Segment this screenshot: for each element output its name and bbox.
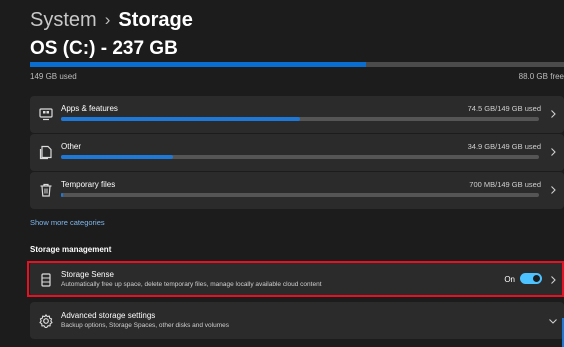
page-title: Storage bbox=[118, 8, 193, 31]
storage-sense-toggle[interactable] bbox=[520, 273, 542, 284]
category-usage-bar bbox=[61, 117, 539, 121]
breadcrumb-separator: › bbox=[104, 10, 111, 29]
storage-sense-description: Automatically free up space, delete temp… bbox=[61, 281, 322, 288]
breadcrumb: System › Storage bbox=[30, 6, 193, 34]
category-label: Other bbox=[61, 142, 82, 151]
gear-icon bbox=[39, 314, 53, 328]
breadcrumb-system-link[interactable]: System bbox=[30, 9, 97, 32]
chevron-right-icon bbox=[551, 110, 556, 118]
category-apps-features[interactable]: Apps & features 74.5 GB/149 GB used bbox=[30, 96, 564, 133]
category-other[interactable]: Other 34.9 GB/149 GB used bbox=[30, 134, 564, 171]
chevron-right-icon bbox=[551, 276, 556, 284]
drive-used-label: 149 GB used bbox=[30, 72, 77, 81]
storage-sense-title: Storage Sense bbox=[61, 270, 114, 279]
chevron-down-icon bbox=[549, 319, 557, 324]
chevron-right-icon bbox=[551, 148, 556, 156]
category-size: 34.9 GB/149 GB used bbox=[467, 142, 541, 151]
apps-icon bbox=[39, 108, 53, 121]
category-usage-fill bbox=[61, 155, 173, 159]
storage-drive-icon bbox=[41, 273, 51, 287]
drive-free-label: 88.0 GB free bbox=[518, 72, 564, 81]
category-size: 74.5 GB/149 GB used bbox=[467, 104, 541, 113]
drive-usage-bar bbox=[30, 62, 564, 67]
category-label: Temporary files bbox=[61, 180, 116, 189]
storage-management-heading: Storage management bbox=[30, 245, 112, 254]
other-file-icon bbox=[39, 145, 52, 160]
trash-icon bbox=[40, 183, 52, 197]
category-label: Apps & features bbox=[61, 104, 118, 113]
chevron-right-icon bbox=[551, 186, 556, 194]
drive-title: OS (C:) - 237 GB bbox=[30, 38, 178, 59]
category-size: 700 MB/149 GB used bbox=[469, 180, 541, 189]
advanced-storage-title: Advanced storage settings bbox=[61, 311, 156, 320]
category-usage-bar bbox=[61, 155, 539, 159]
show-more-categories-link[interactable]: Show more categories bbox=[30, 218, 105, 227]
storage-sense-row[interactable]: Storage Sense Automatically free up spac… bbox=[30, 261, 564, 297]
toggle-state-label: On bbox=[504, 275, 515, 284]
advanced-storage-description: Backup options, Storage Spaces, other di… bbox=[61, 322, 230, 329]
drive-usage-fill bbox=[30, 62, 366, 67]
category-usage-fill bbox=[61, 117, 300, 121]
advanced-storage-settings-row[interactable]: Advanced storage settings Backup options… bbox=[30, 302, 564, 339]
category-temporary-files[interactable]: Temporary files 700 MB/149 GB used bbox=[30, 172, 564, 209]
category-usage-fill bbox=[61, 193, 64, 197]
category-usage-bar bbox=[61, 193, 539, 197]
toggle-knob bbox=[533, 275, 540, 282]
